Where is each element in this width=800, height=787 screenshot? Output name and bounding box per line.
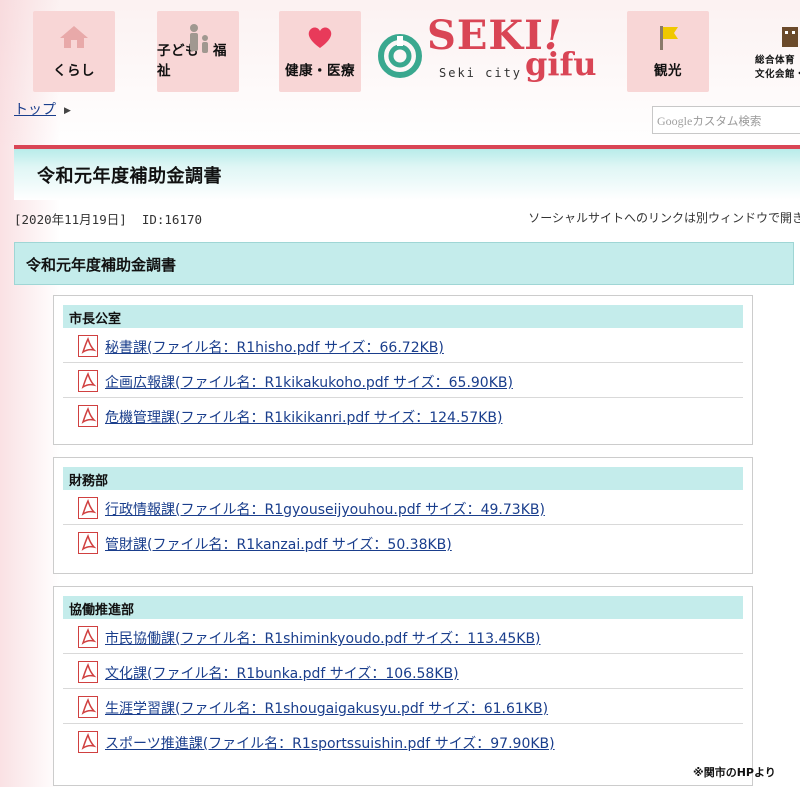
credit-note: ※関市のHPより — [693, 766, 776, 779]
section-heading: 協働推進部 — [63, 596, 743, 619]
heart-icon — [279, 23, 361, 51]
file-row: 文化課(ファイル名：R1bunka.pdf サイズ：106.58KB) — [63, 654, 743, 689]
breadcrumb: トップ ▶ — [14, 99, 71, 119]
file-link[interactable]: 企画広報課(ファイル名：R1kikakukoho.pdf サイズ：65.90KB… — [105, 375, 513, 391]
content-heading: 令和元年度補助金調書 — [26, 256, 177, 274]
seki-city-logo[interactable]: SEKI! gifu Seki city — [375, 8, 615, 98]
page-title-band: 令和元年度補助金調書 — [14, 149, 800, 200]
city-emblem-icon — [378, 34, 422, 82]
pdf-icon — [78, 370, 98, 392]
family-icon — [157, 23, 239, 57]
publish-date: [2020年11月19日] — [14, 212, 127, 227]
file-row: 企画広報課(ファイル名：R1kikakukoho.pdf サイズ：65.90KB… — [63, 363, 743, 398]
pdf-icon — [78, 497, 98, 519]
nav-kodomo[interactable]: 子ども・福祉 — [157, 11, 239, 92]
breadcrumb-arrow-icon: ▶ — [64, 106, 71, 116]
section-zaimubu: 財務部 行政情報課(ファイル名：R1gyouseijyouhou.pdf サイズ… — [53, 457, 753, 574]
file-row: 行政情報課(ファイル名：R1gyouseijyouhou.pdf サイズ：49.… — [63, 490, 743, 525]
logo-subtitle: Seki city — [439, 66, 523, 80]
pdf-icon — [78, 405, 98, 427]
nav-kurashi-label: くらし — [53, 63, 95, 79]
nav-kanko[interactable]: 観光 — [627, 11, 709, 92]
nav-kanko-label: 観光 — [654, 63, 682, 79]
pdf-icon — [78, 731, 98, 753]
pdf-icon — [78, 696, 98, 718]
page-meta: [2020年11月19日] ID:16170 ソーシャルサイトへのリンクは別ウィ… — [14, 209, 800, 228]
file-link[interactable]: 生涯学習課(ファイル名：R1shougaigakusyu.pdf サイズ：61.… — [105, 701, 548, 717]
nav-kurashi[interactable]: くらし — [33, 11, 115, 92]
search-input[interactable]: Googleカスタム検索 — [652, 106, 800, 134]
pdf-icon — [78, 532, 98, 554]
pdf-icon — [78, 661, 98, 683]
section-heading: 市長公室 — [63, 305, 743, 328]
nav-kenko-label: 健康・医療 — [285, 63, 355, 79]
social-note: ソーシャルサイトへのリンクは別ウィンドウで開き — [528, 211, 800, 225]
file-row: 秘書課(ファイル名：R1hisho.pdf サイズ：66.72KB) — [63, 328, 743, 363]
flag-icon — [627, 23, 709, 53]
nav-sogo[interactable]: 総合体育 文化会館・ — [750, 11, 800, 92]
page-id: ID:16170 — [141, 212, 203, 227]
file-link[interactable]: 行政情報課(ファイル名：R1gyouseijyouhou.pdf サイズ：49.… — [105, 502, 545, 518]
file-row: 危機管理課(ファイル名：R1kikikanri.pdf サイズ：124.57KB… — [63, 398, 743, 433]
building-icon — [750, 23, 800, 49]
file-link[interactable]: 危機管理課(ファイル名：R1kikikanri.pdf サイズ：124.57KB… — [105, 410, 502, 426]
file-row: 生涯学習課(ファイル名：R1shougaigakusyu.pdf サイズ：61.… — [63, 689, 743, 724]
file-link[interactable]: 文化課(ファイル名：R1bunka.pdf サイズ：106.58KB) — [105, 666, 459, 682]
section-kyodosuishinbu: 協働推進部 市民協働課(ファイル名：R1shiminkyoudo.pdf サイズ… — [53, 586, 753, 786]
nav-sogo-label: 総合体育 文化会館・ — [754, 55, 800, 80]
file-link[interactable]: 市民協働課(ファイル名：R1shiminkyoudo.pdf サイズ：113.4… — [105, 631, 541, 647]
file-row: 管財課(ファイル名：R1kanzai.pdf サイズ：50.38KB) — [63, 525, 743, 560]
google-logo: Google — [657, 114, 693, 128]
nav-kenko[interactable]: 健康・医療 — [279, 11, 361, 92]
section-shichokoshitsu: 市長公室 秘書課(ファイル名：R1hisho.pdf サイズ：66.72KB) … — [53, 295, 753, 445]
file-row: スポーツ推進課(ファイル名：R1sportssuishin.pdf サイズ：97… — [63, 724, 743, 759]
logo-gifu: gifu — [525, 45, 597, 83]
page-title: 令和元年度補助金調書 — [37, 166, 222, 187]
file-link[interactable]: 管財課(ファイル名：R1kanzai.pdf サイズ：50.38KB) — [105, 537, 452, 553]
file-link[interactable]: スポーツ推進課(ファイル名：R1sportssuishin.pdf サイズ：97… — [105, 736, 555, 752]
house-icon — [33, 23, 115, 51]
breadcrumb-home-link[interactable]: トップ — [14, 102, 56, 118]
content-heading-box: 令和元年度補助金調書 — [14, 242, 794, 285]
site-header: くらし 子ども・福祉 健康・医療 SEKI! gifu Seki city 観光 — [0, 0, 800, 150]
file-row: 市民協働課(ファイル名：R1shiminkyoudo.pdf サイズ：113.4… — [63, 619, 743, 654]
section-heading: 財務部 — [63, 467, 743, 490]
pdf-icon — [78, 335, 98, 357]
pdf-icon — [78, 626, 98, 648]
search-placeholder: カスタム検索 — [692, 114, 762, 128]
file-link[interactable]: 秘書課(ファイル名：R1hisho.pdf サイズ：66.72KB) — [105, 340, 444, 356]
